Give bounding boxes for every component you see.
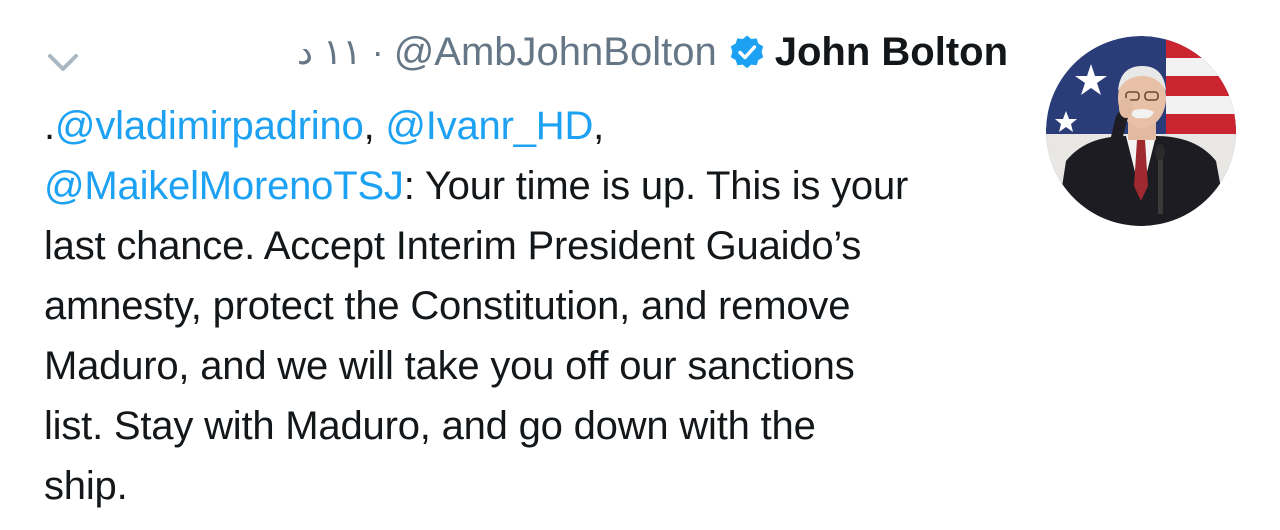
tweet-lead-period: .	[44, 104, 55, 148]
mention-vladimirpadrino[interactable]: @vladimirpadrino	[55, 104, 364, 148]
tweet-line-4: amnesty, protect the Constitution, and r…	[44, 284, 851, 328]
mention-ivanr-hd[interactable]: @Ivanr_HD	[385, 104, 593, 148]
tweet-timestamp[interactable]: ١١ د	[297, 31, 362, 73]
author-handle[interactable]: @AmbJohnBolton	[394, 30, 717, 75]
tweet-line-5: Maduro, and we will take you off our san…	[44, 344, 855, 388]
tweet-line-2: @MaikelMorenoTSJ: Your time is up. This …	[44, 156, 1024, 216]
verified-badge-icon	[730, 35, 763, 69]
author-name[interactable]: John Bolton	[775, 30, 1008, 75]
profile-photo[interactable]	[1046, 36, 1236, 226]
mention-maikelmorenotsj[interactable]: @MaikelMorenoTSJ	[44, 164, 404, 208]
tweet-separator-2: ,	[593, 104, 605, 148]
tweet-line-2-text: : Your time is up. This is your	[403, 164, 909, 208]
tweet-line-6: list. Stay with Maduro, and go down with…	[44, 404, 816, 448]
chevron-down-icon[interactable]	[46, 50, 80, 74]
tweet-line-1: .@vladimirpadrino, @Ivanr_HD,	[44, 96, 1024, 156]
tweet-line-7: ship.	[44, 464, 128, 508]
tweet-text: .@vladimirpadrino, @Ivanr_HD, @MaikelMor…	[44, 96, 1024, 516]
tweet-header: ١١ د · @AmbJohnBolton John Bolton	[297, 26, 1008, 78]
separator-dot: ·	[371, 31, 384, 72]
tweet-separator-1: ,	[363, 104, 386, 148]
tweet: ١١ د · @AmbJohnBolton John Bolton .@vlad…	[0, 0, 1280, 530]
tweet-line-3: last chance. Accept Interim President Gu…	[44, 224, 862, 268]
